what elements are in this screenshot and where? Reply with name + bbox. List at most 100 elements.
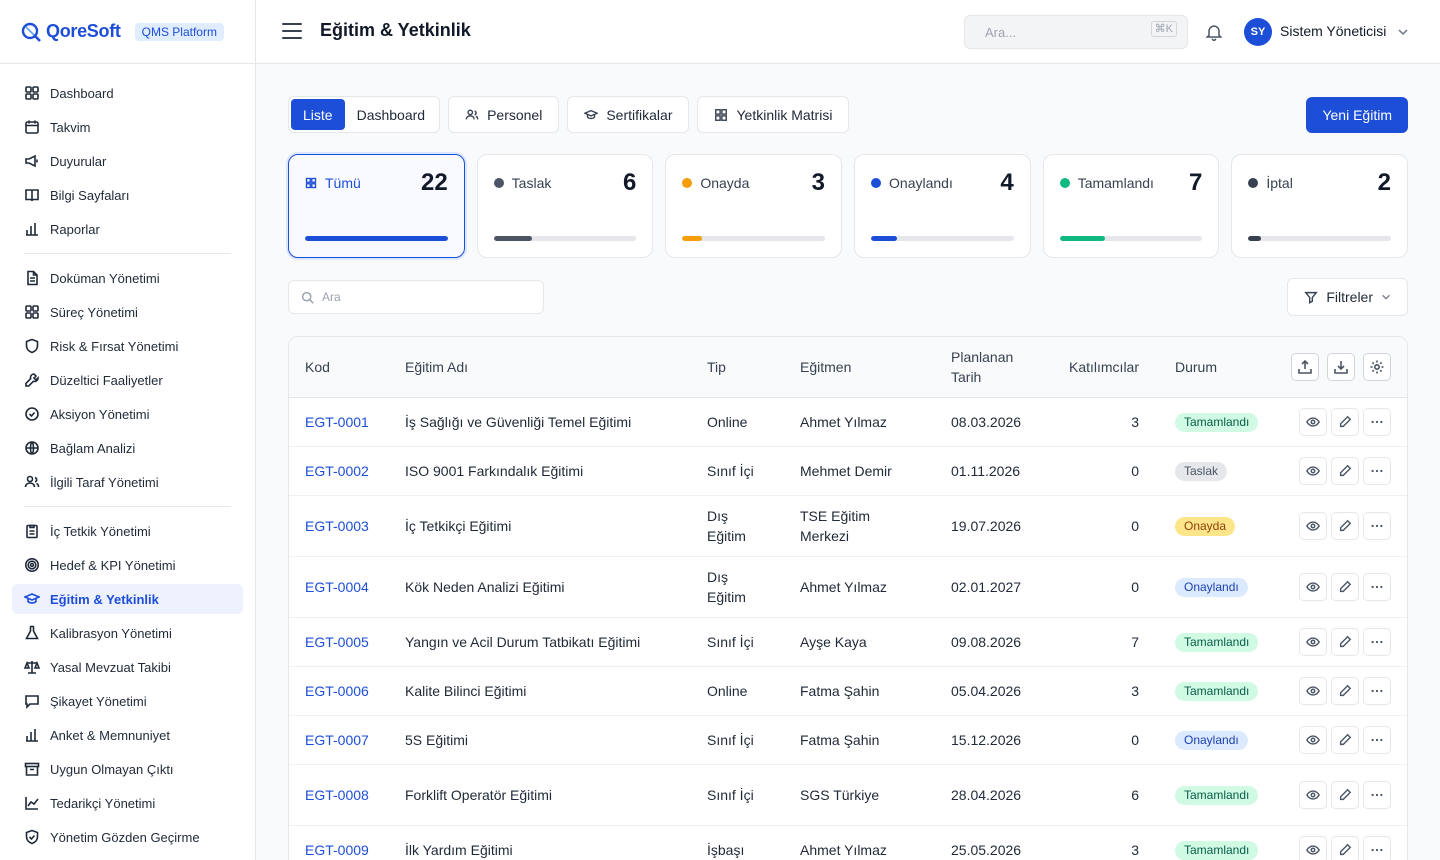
sidebar-item-surec-yonetimi[interactable]: Süreç Yönetimi [12, 297, 243, 327]
sidebar-item-risk-firsat-yonetimi[interactable]: Risk & Fırsat Yönetimi [12, 331, 243, 361]
more-button[interactable] [1363, 572, 1391, 601]
filters-button[interactable]: Filtreler [1287, 278, 1408, 316]
edit-button[interactable] [1331, 511, 1359, 540]
edit-button[interactable] [1331, 627, 1359, 656]
sertifikalar-button[interactable]: Sertifikalar [567, 96, 690, 133]
sidebar-item-yasal-mevzuat-takibi[interactable]: Yasal Mevzuat Takibi [12, 652, 243, 682]
sidebar-item-kalibrasyon-yonetimi[interactable]: Kalibrasyon Yönetimi [12, 618, 243, 648]
col-durum[interactable]: Durum [1159, 337, 1259, 398]
status-card-onaylandi[interactable]: Onaylandı 4 [854, 154, 1031, 258]
training-code-link[interactable]: EGT-0008 [289, 764, 389, 826]
sidebar-item-bilgi-sayfalari[interactable]: Bilgi Sayfaları [12, 180, 243, 210]
sidebar-item-takvim[interactable]: Takvim [12, 112, 243, 142]
edit-button[interactable] [1331, 676, 1359, 705]
training-code-link[interactable]: EGT-0001 [289, 397, 389, 447]
col-katilimcilar[interactable]: Katılımcılar [1045, 337, 1159, 398]
tab-dashboard[interactable]: Dashboard [345, 99, 438, 130]
yetkinlik-matrisi-button[interactable]: Yetkinlik Matrisi [697, 96, 850, 133]
sidebar-item-sikayet-yonetimi[interactable]: Şikayet Yönetimi [12, 686, 243, 716]
sidebar-item-aksiyon-yonetimi[interactable]: Aksiyon Yönetimi [12, 399, 243, 429]
table-row[interactable]: EGT-0002 ISO 9001 Farkındalık Eğitimi Sını… [289, 446, 1407, 496]
global-search-input[interactable]: Ara... ⌘K [964, 15, 1188, 49]
sidebar-item-ilgili-taraf-yonetimi[interactable]: İlgili Taraf Yönetimi [12, 467, 243, 497]
edit-button[interactable] [1331, 725, 1359, 754]
sidebar-item-raporlar[interactable]: Raporlar [12, 214, 243, 244]
view-button[interactable] [1299, 676, 1327, 705]
training-code-link[interactable]: EGT-0003 [289, 495, 389, 557]
status-card-tamamlandi[interactable]: Tamamlandı 7 [1042, 154, 1220, 258]
sidebar-item-tedarikci-yonetimi[interactable]: Tedarikçi Yönetimi [12, 788, 243, 818]
sidebar-item-baglam-analizi[interactable]: Bağlam Analizi [12, 433, 243, 463]
sidebar-item-dashboard[interactable]: Dashboard [12, 78, 243, 108]
table-row[interactable]: EGT-0001 İş Sağlığı ve Güvenliği Temel Eğ… [289, 397, 1407, 447]
personel-button[interactable]: Personel [448, 96, 560, 133]
more-button[interactable] [1363, 627, 1391, 656]
training-code-link[interactable]: EGT-0009 [289, 825, 389, 860]
col-kod[interactable]: Kod [289, 337, 389, 398]
view-button[interactable] [1299, 725, 1327, 754]
bar-chart-icon [26, 729, 38, 742]
sidebar-item-ic-tetkik-yonetimi[interactable]: İç Tetkik Yönetimi [12, 516, 243, 546]
sidebar-item-anket-memnuniyet[interactable]: Anket & Memnuniyet [12, 720, 243, 750]
more-button[interactable] [1363, 456, 1391, 485]
table-row[interactable]: EGT-0005 Yangın ve Acil Durum Tatbikatı E… [289, 617, 1407, 667]
sidebar-item-duzeltici-faaliyetler[interactable]: Düzeltici Faaliyetler [12, 365, 243, 395]
table-row[interactable]: EGT-0003 İç Tetkikçi Eğitimi Dış Eğitim TSE… [289, 495, 1407, 557]
table-settings-button[interactable] [1363, 352, 1391, 381]
table-row[interactable]: EGT-0007 5S Eğitimi Sınıf İçi Fatma Şahin 15… [289, 715, 1407, 765]
view-button[interactable] [1299, 511, 1327, 540]
col-egitim-adi[interactable]: Eğitim Adı [389, 337, 691, 398]
more-button[interactable] [1363, 725, 1391, 754]
brand-logo[interactable]: QoreSoft [20, 21, 121, 43]
view-button[interactable] [1299, 456, 1327, 485]
training-code-link[interactable]: EGT-0005 [289, 617, 389, 667]
sidebar-item-duyurular[interactable]: Duyurular [12, 146, 243, 176]
table-row[interactable]: EGT-0009 İlk Yardım Eğitimi İşbaşı Ahmet Yı… [289, 825, 1407, 860]
training-participants: 0 [1045, 556, 1159, 618]
view-button[interactable] [1299, 407, 1327, 436]
sidebar-item-hedef-kpi-yonetimi[interactable]: Hedef & KPI Yönetimi [12, 550, 243, 580]
training-code-link[interactable]: EGT-0006 [289, 666, 389, 716]
status-card-tumu[interactable]: Tümü 22 [288, 154, 465, 258]
more-button[interactable] [1363, 780, 1391, 809]
edit-button[interactable] [1331, 456, 1359, 485]
more-button[interactable] [1363, 835, 1391, 860]
sidebar-item-uygun-olmayan-cikti[interactable]: Uygun Olmayan Çıktı [12, 754, 243, 784]
training-code-link[interactable]: EGT-0004 [289, 556, 389, 618]
view-button[interactable] [1299, 627, 1327, 656]
status-card-onayda[interactable]: Onayda 3 [665, 154, 843, 258]
table-search-input[interactable]: Ara [288, 280, 544, 314]
col-tip[interactable]: Tip [691, 337, 784, 398]
tab-liste[interactable]: Liste [291, 99, 345, 130]
view-button[interactable] [1299, 835, 1327, 860]
status-card-taslak[interactable]: Taslak 6 [476, 154, 654, 258]
edit-button[interactable] [1331, 835, 1359, 860]
import-button[interactable] [1327, 352, 1355, 381]
user-name[interactable]: Sistem Yöneticisi [1280, 23, 1386, 39]
sidebar-item-yonetim-gozden-gecirme[interactable]: Yönetim Gözden Geçirme [12, 822, 243, 852]
user-avatar[interactable]: SY [1244, 18, 1272, 46]
col-egitmen[interactable]: Eğitmen [784, 337, 935, 398]
edit-button[interactable] [1331, 407, 1359, 436]
edit-button[interactable] [1331, 572, 1359, 601]
col-planlanan-tarih[interactable]: Planlanan Tarih [935, 337, 1045, 398]
view-button[interactable] [1299, 572, 1327, 601]
sidebar-item-dokuman-yonetimi[interactable]: Doküman Yönetimi [12, 263, 243, 293]
status-card-iptal[interactable]: İptal 2 [1231, 154, 1409, 258]
table-row[interactable]: EGT-0004 Kök Neden Analizi Eğitimi Dış Eği… [289, 556, 1407, 618]
more-button[interactable] [1363, 407, 1391, 436]
chevron-down-icon[interactable] [1397, 26, 1409, 38]
table-row[interactable]: EGT-0006 Kalite Bilinci Eğitimi Online Fatm… [289, 666, 1407, 716]
more-button[interactable] [1363, 511, 1391, 540]
training-code-link[interactable]: EGT-0002 [289, 446, 389, 496]
training-code-link[interactable]: EGT-0007 [289, 715, 389, 765]
export-button[interactable] [1291, 352, 1319, 381]
new-training-button[interactable]: Yeni Eğitim [1306, 97, 1408, 133]
sidebar-item-egitim-yetkinlik[interactable]: Eğitim & Yetkinlik [12, 584, 243, 614]
edit-button[interactable] [1331, 780, 1359, 809]
more-button[interactable] [1363, 676, 1391, 705]
view-button[interactable] [1299, 780, 1327, 809]
bell-icon[interactable] [1204, 22, 1224, 42]
menu-toggle-icon[interactable] [282, 23, 302, 41]
table-row[interactable]: EGT-0008 Forklift Operatör Eğitimi Sınıf İ… [289, 764, 1407, 826]
